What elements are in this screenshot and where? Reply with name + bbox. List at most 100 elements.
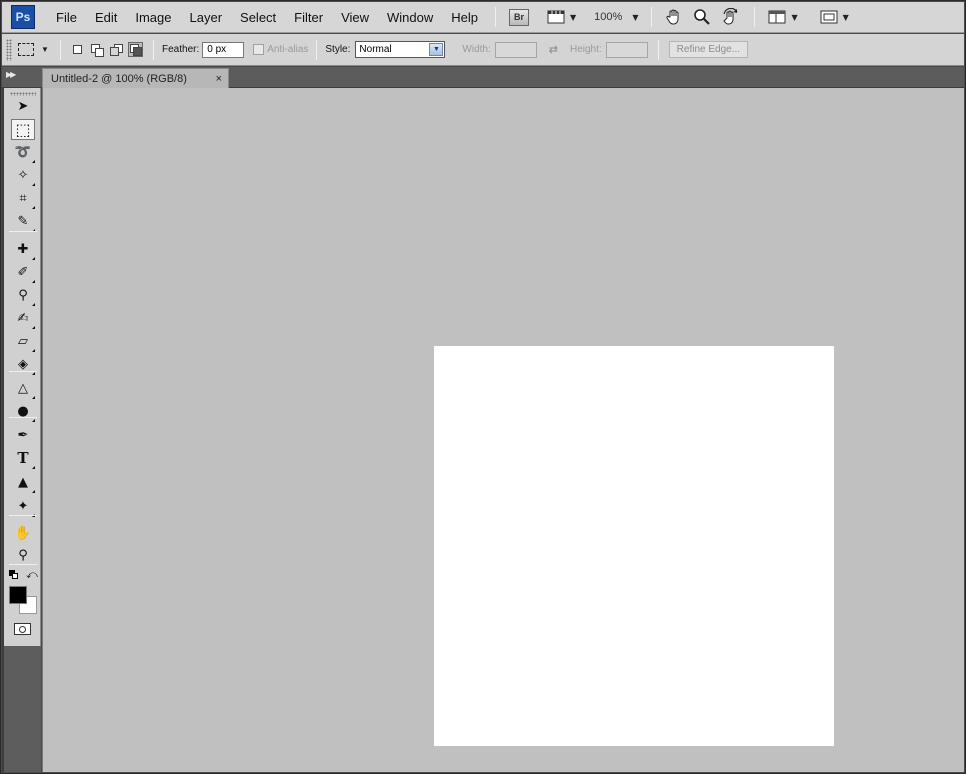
foreground-color-swatch[interactable] bbox=[9, 586, 27, 604]
tool-preset-picker[interactable]: ▼ bbox=[18, 39, 54, 61]
chevron-down-icon: ▼ bbox=[570, 12, 577, 22]
feather-input[interactable]: 0 px bbox=[202, 41, 245, 58]
chevron-down-icon: ▼ bbox=[41, 45, 49, 54]
crop-tool-icon: ⌗ bbox=[19, 191, 27, 206]
chevron-down-icon: ▼ bbox=[791, 12, 798, 22]
eyedropper-tool-button[interactable]: ✎ bbox=[11, 211, 35, 232]
zoom-tool-button[interactable] bbox=[688, 6, 716, 28]
menu-window[interactable]: Window bbox=[378, 6, 442, 28]
blur-tool-icon: △ bbox=[18, 381, 28, 396]
more-tools-indicator bbox=[32, 326, 35, 329]
menu-image[interactable]: Image bbox=[126, 6, 180, 28]
photoshop-logo-icon[interactable]: Ps bbox=[11, 5, 35, 29]
more-tools-indicator bbox=[32, 396, 35, 399]
anti-alias-checkbox[interactable] bbox=[253, 44, 265, 55]
refine-edge-button[interactable]: Refine Edge... bbox=[668, 41, 749, 58]
crop-tool-button[interactable]: ⌗ bbox=[11, 188, 35, 209]
tools-panel-background bbox=[4, 646, 41, 772]
intersect-selection-button[interactable] bbox=[128, 42, 143, 57]
tools-separator bbox=[9, 564, 37, 565]
menu-layer[interactable]: Layer bbox=[181, 6, 232, 28]
menu-filter[interactable]: Filter bbox=[285, 6, 332, 28]
move-tool-icon: ➤ bbox=[17, 99, 29, 114]
screen-mode-button[interactable]: ▼ bbox=[815, 6, 854, 28]
launch-bridge-button[interactable]: Br bbox=[504, 6, 534, 28]
eyedropper-tool-icon: ✎ bbox=[17, 214, 29, 229]
anti-alias-label: Anti-alias bbox=[267, 44, 309, 55]
clone-stamp-tool-button[interactable]: ⚲ bbox=[11, 285, 35, 306]
more-tools-indicator bbox=[32, 466, 35, 469]
pen-tool-button[interactable]: ✒ bbox=[11, 425, 35, 446]
magic-wand-tool-button[interactable]: ✧ bbox=[11, 165, 35, 186]
path-selection-tool-icon: ▲ bbox=[18, 475, 28, 490]
swap-width-height-icon[interactable]: ⇄ bbox=[549, 43, 558, 56]
add-selection-icon-overlay bbox=[95, 48, 104, 57]
quick-mask-button[interactable] bbox=[14, 623, 31, 635]
style-select[interactable]: Normal ▼ bbox=[355, 41, 446, 58]
hand-tool-icon: ✋ bbox=[14, 526, 32, 541]
tools-separator bbox=[9, 515, 37, 516]
healing-brush-tool-icon: ✚ bbox=[17, 242, 29, 257]
zoom-level-select[interactable]: 100% ▼ bbox=[589, 6, 643, 28]
menu-edit[interactable]: Edit bbox=[86, 6, 126, 28]
width-input[interactable] bbox=[494, 41, 537, 58]
hand-tool-button[interactable] bbox=[660, 6, 688, 28]
default-colors-icon-back bbox=[12, 573, 18, 579]
type-tool-button[interactable]: T bbox=[11, 448, 35, 469]
document-canvas[interactable] bbox=[434, 346, 834, 746]
menu-help[interactable]: Help bbox=[442, 6, 487, 28]
document-tab[interactable]: Untitled-2 @ 100% (RGB/8) × bbox=[42, 68, 229, 88]
default-colors-button[interactable] bbox=[9, 570, 19, 580]
path-selection-tool-button[interactable]: ▲ bbox=[11, 472, 35, 493]
document-tab-title: Untitled-2 @ 100% (RGB/8) bbox=[51, 72, 187, 85]
subtract-from-selection-button[interactable] bbox=[109, 42, 124, 57]
chevron-down-icon: ▼ bbox=[429, 43, 444, 56]
brush-tool-icon: ✐ bbox=[17, 265, 29, 280]
options-separator bbox=[316, 39, 318, 60]
document-workspace[interactable] bbox=[42, 88, 964, 772]
add-to-selection-button[interactable] bbox=[90, 42, 105, 57]
history-brush-tool-button[interactable]: ✍ bbox=[11, 308, 35, 329]
eraser-tool-button[interactable]: ▱ bbox=[11, 331, 35, 352]
style-select-value: Normal bbox=[359, 44, 392, 55]
style-label: Style: bbox=[325, 44, 351, 55]
magic-wand-tool-icon: ✧ bbox=[17, 168, 29, 183]
dodge-tool-button[interactable]: ● bbox=[11, 401, 35, 422]
hand-icon bbox=[666, 9, 679, 25]
zoom-level-value: 100% bbox=[594, 11, 623, 23]
clone-stamp-tool-icon: ⚲ bbox=[18, 288, 28, 303]
rectangular-marquee-tool-button[interactable]: ⬚ bbox=[11, 119, 35, 140]
height-input[interactable] bbox=[605, 41, 648, 58]
arrange-documents-icon bbox=[768, 10, 786, 24]
swap-colors-icon[interactable]: ⤺ bbox=[26, 568, 38, 582]
expand-panels-icon[interactable]: ▶▶ bbox=[6, 70, 16, 79]
blur-tool-button[interactable]: △ bbox=[11, 378, 35, 399]
rotate-hand-icon bbox=[723, 8, 738, 25]
paint-bucket-tool-icon: ◈ bbox=[18, 357, 28, 372]
more-tools-indicator bbox=[32, 490, 35, 493]
arrange-documents-button[interactable]: ▼ bbox=[763, 6, 802, 28]
menu-view[interactable]: View bbox=[332, 6, 378, 28]
lasso-tool-button[interactable]: ➰ bbox=[11, 142, 35, 163]
menu-file[interactable]: File bbox=[47, 6, 86, 28]
menu-bar: Ps File Edit Image Layer Select Filter V… bbox=[2, 2, 964, 33]
film-strip-icon bbox=[547, 10, 565, 24]
view-extras-button[interactable]: ▼ bbox=[542, 6, 581, 28]
menu-select[interactable]: Select bbox=[231, 6, 285, 28]
healing-brush-tool-button[interactable]: ✚ bbox=[11, 239, 35, 260]
new-selection-button[interactable] bbox=[71, 42, 86, 57]
zoom-tool-button[interactable]: ⚲ bbox=[11, 545, 35, 566]
tools-separator bbox=[9, 371, 37, 372]
brush-tool-button[interactable]: ✐ bbox=[11, 262, 35, 283]
tools-panel: ⤺ ➤ ⬚ ➰ ✧ ⌗ ✎ ✚ ✐ ⚲ ✍ ▱ ◈ △ ● ✒ T ▲ ✦ ✋ ⚲ bbox=[4, 88, 41, 646]
more-tools-indicator bbox=[32, 206, 35, 209]
custom-shape-tool-button[interactable]: ✦ bbox=[11, 496, 35, 517]
rectangular-marquee-icon bbox=[18, 43, 34, 56]
move-tool-button[interactable]: ➤ bbox=[11, 96, 35, 117]
more-tools-indicator bbox=[32, 372, 35, 375]
close-icon[interactable]: × bbox=[216, 73, 222, 85]
rotate-view-button[interactable] bbox=[716, 6, 746, 28]
height-label: Height: bbox=[569, 44, 602, 55]
options-bar-grip[interactable] bbox=[6, 38, 12, 61]
hand-tool-button[interactable]: ✋ bbox=[11, 523, 35, 544]
